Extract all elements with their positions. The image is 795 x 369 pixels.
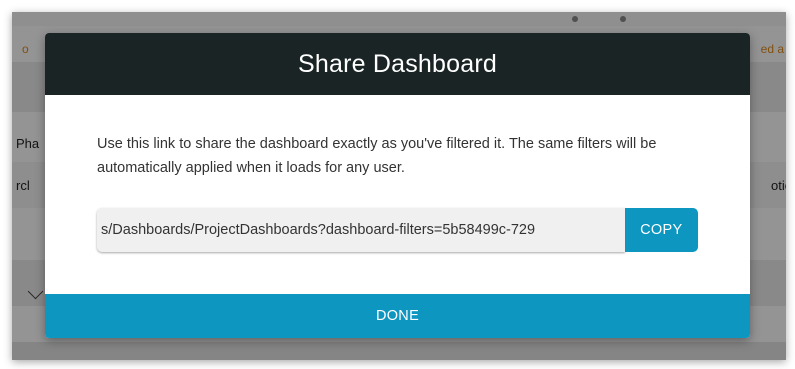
copy-button[interactable]: COPY xyxy=(624,208,698,252)
dialog-header: Share Dashboard xyxy=(45,33,750,95)
dialog-description: Use this link to share the dashboard exa… xyxy=(97,136,657,176)
share-link-row: COPY xyxy=(97,208,698,252)
dialog-body: Use this link to share the dashboard exa… xyxy=(45,95,750,294)
done-button[interactable]: DONE xyxy=(45,294,750,338)
dialog-title: Share Dashboard xyxy=(298,49,497,78)
share-dashboard-dialog: Share Dashboard Use this link to share t… xyxy=(45,33,750,338)
share-link-input[interactable] xyxy=(97,208,625,252)
